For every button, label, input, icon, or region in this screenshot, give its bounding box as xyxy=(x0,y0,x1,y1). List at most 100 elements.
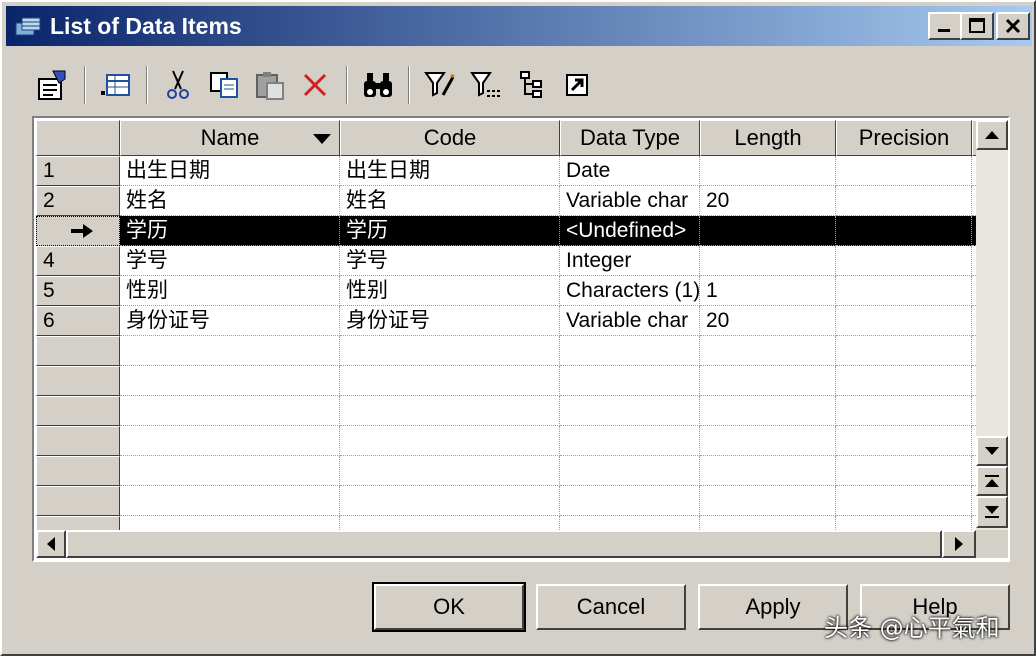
data-items-grid[interactable]: Name Code Data Type Length Precision 1 出生… xyxy=(32,116,1010,562)
cell-precision[interactable] xyxy=(836,186,972,216)
cell-length[interactable]: 1 xyxy=(700,276,836,306)
paste-button[interactable] xyxy=(250,66,290,104)
cell-precision[interactable] xyxy=(836,276,972,306)
cell-precision[interactable] xyxy=(836,216,972,246)
row-header[interactable]: 5 xyxy=(36,276,120,306)
cell-precision[interactable] xyxy=(836,366,972,396)
row-header[interactable] xyxy=(36,396,120,426)
cell-length[interactable] xyxy=(700,366,836,396)
add-columns-button[interactable] xyxy=(96,66,136,104)
cell-code[interactable]: 学号 xyxy=(340,246,560,276)
hierarchy-button[interactable] xyxy=(512,66,552,104)
cell-length[interactable] xyxy=(700,516,836,530)
cell-data-type[interactable] xyxy=(560,426,700,456)
close-button[interactable] xyxy=(996,12,1030,40)
cell-data-type[interactable]: Date xyxy=(560,156,700,186)
cell-length[interactable]: 20 xyxy=(700,306,836,336)
cell-data-type[interactable]: Variable char xyxy=(560,306,700,336)
cell-data-type[interactable] xyxy=(560,456,700,486)
filter-button[interactable] xyxy=(420,66,460,104)
properties-button[interactable] xyxy=(32,66,72,104)
cell-name[interactable]: 学号 xyxy=(120,246,340,276)
horizontal-scrollbar[interactable] xyxy=(36,530,976,558)
cell-name[interactable]: 性别 xyxy=(120,276,340,306)
cell-name[interactable] xyxy=(120,486,340,516)
cell-length[interactable] xyxy=(700,486,836,516)
copy-button[interactable] xyxy=(204,66,244,104)
column-header-data-type[interactable]: Data Type xyxy=(560,120,700,156)
scroll-up-button[interactable] xyxy=(976,120,1008,150)
row-header[interactable]: 1 xyxy=(36,156,120,186)
cell-length[interactable]: 20 xyxy=(700,186,836,216)
cell-code[interactable] xyxy=(340,426,560,456)
cell-length[interactable] xyxy=(700,396,836,426)
row-header[interactable]: 4 xyxy=(36,246,120,276)
cell-code[interactable] xyxy=(340,366,560,396)
cell-length[interactable] xyxy=(700,456,836,486)
cell-name[interactable] xyxy=(120,516,340,530)
cell-data-type[interactable]: Characters (1) xyxy=(560,276,700,306)
cell-code[interactable] xyxy=(340,456,560,486)
cell-name[interactable] xyxy=(120,456,340,486)
row-header[interactable]: 2 xyxy=(36,186,120,216)
cell-precision[interactable] xyxy=(836,246,972,276)
cell-precision[interactable] xyxy=(836,156,972,186)
cell-precision[interactable] xyxy=(836,516,972,530)
cell-length[interactable] xyxy=(700,336,836,366)
cell-length[interactable] xyxy=(700,156,836,186)
cell-name[interactable]: 身份证号 xyxy=(120,306,340,336)
horizontal-scroll-thumb[interactable] xyxy=(66,530,942,558)
cell-name[interactable] xyxy=(120,426,340,456)
cell-data-type[interactable] xyxy=(560,396,700,426)
cell-length[interactable] xyxy=(700,246,836,276)
cell-code[interactable] xyxy=(340,336,560,366)
cell-precision[interactable] xyxy=(836,396,972,426)
scroll-left-button[interactable] xyxy=(36,530,66,558)
cell-code[interactable]: 性别 xyxy=(340,276,560,306)
cell-precision[interactable] xyxy=(836,306,972,336)
delete-button[interactable] xyxy=(296,66,336,104)
row-header[interactable] xyxy=(36,516,120,530)
scroll-right-button[interactable] xyxy=(942,530,976,558)
vertical-scrollbar[interactable] xyxy=(976,120,1008,530)
cell-precision[interactable] xyxy=(836,336,972,366)
row-header[interactable] xyxy=(36,426,120,456)
cell-length[interactable] xyxy=(700,216,836,246)
cell-code[interactable] xyxy=(340,486,560,516)
cell-data-type[interactable]: Integer xyxy=(560,246,700,276)
cell-name[interactable] xyxy=(120,366,340,396)
ok-button[interactable]: OK xyxy=(372,582,526,632)
scroll-top-button[interactable] xyxy=(976,466,1008,496)
row-header[interactable] xyxy=(36,456,120,486)
cell-code[interactable]: 出生日期 xyxy=(340,156,560,186)
cell-name[interactable]: 出生日期 xyxy=(120,156,340,186)
scroll-down-button[interactable] xyxy=(976,436,1008,466)
cut-button[interactable] xyxy=(158,66,198,104)
cell-precision[interactable] xyxy=(836,456,972,486)
column-header-code[interactable]: Code xyxy=(340,120,560,156)
cell-name[interactable] xyxy=(120,336,340,366)
find-button[interactable] xyxy=(358,66,398,104)
cell-precision[interactable] xyxy=(836,426,972,456)
cell-data-type[interactable]: <Undefined> xyxy=(560,216,700,246)
row-header[interactable] xyxy=(36,486,120,516)
cell-data-type[interactable] xyxy=(560,366,700,396)
cell-name[interactable] xyxy=(120,396,340,426)
cell-data-type[interactable] xyxy=(560,486,700,516)
cell-code[interactable]: 身份证号 xyxy=(340,306,560,336)
cell-data-type[interactable] xyxy=(560,336,700,366)
column-header-length[interactable]: Length xyxy=(700,120,836,156)
cell-code[interactable] xyxy=(340,516,560,530)
cell-code[interactable]: 姓名 xyxy=(340,186,560,216)
title-bar[interactable]: List of Data Items xyxy=(6,6,1032,46)
minimize-button[interactable] xyxy=(928,12,962,40)
cell-precision[interactable] xyxy=(836,486,972,516)
cell-name[interactable]: 学历 xyxy=(120,216,340,246)
row-header[interactable] xyxy=(36,216,120,246)
cell-data-type[interactable] xyxy=(560,516,700,530)
filter-options-button[interactable] xyxy=(466,66,506,104)
row-header[interactable] xyxy=(36,336,120,366)
maximize-button[interactable] xyxy=(960,12,994,40)
cell-code[interactable]: 学历 xyxy=(340,216,560,246)
column-header-name[interactable]: Name xyxy=(120,120,340,156)
